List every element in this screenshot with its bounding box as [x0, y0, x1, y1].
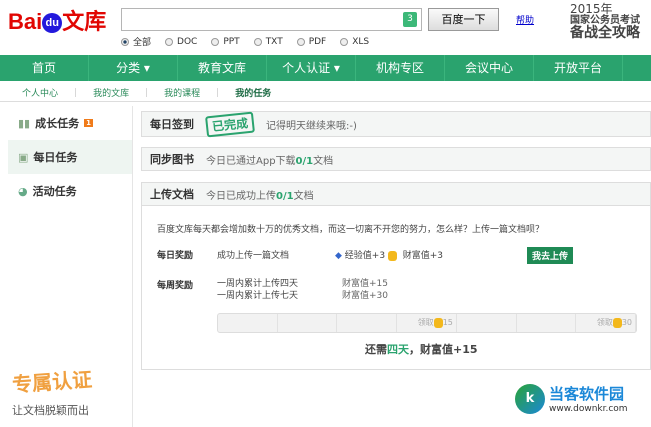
radio-label: PDF — [308, 36, 327, 47]
radio-icon — [121, 37, 129, 46]
weekly-rewards: 财富值+15 财富值+30 — [342, 279, 388, 301]
filter-radio-ppt[interactable]: PPT — [211, 35, 240, 48]
task-daily-checkin: 每日签到 已完成 记得明天继续来哦:-) — [141, 111, 651, 137]
radio-label: 全部 — [133, 38, 152, 48]
radio-label: DOC — [177, 36, 198, 47]
remaining-days-text: 还需四天，财富值+15 — [365, 343, 478, 356]
radio-icon — [296, 37, 305, 46]
diamond-icon: ◆ — [335, 251, 342, 261]
search-count-badge: 3 — [403, 12, 417, 27]
watermark-url: www.downkr.com — [549, 404, 628, 414]
logo-paw: du — [42, 13, 63, 34]
task-upload-docs: 上传文档 今日已成功上传0/1文档 — [141, 182, 651, 206]
sidebar-item-activity[interactable]: ◕ 活动任务 — [8, 174, 132, 208]
daily-reward-task: 成功上传一篇文档 — [217, 251, 290, 261]
coin-icon — [387, 250, 397, 261]
search-input[interactable]: 3 — [121, 8, 422, 31]
promo-year: 2015年 — [570, 2, 613, 16]
sub-nav: 个人中心 | 我的文库 | 我的课程 | 我的任务 — [0, 84, 651, 102]
sidebar-item-label: 每日任务 — [33, 151, 78, 164]
nav-item[interactable]: 机构专区 — [356, 55, 445, 81]
new-badge: 1 — [84, 119, 93, 127]
sidebar-item-growth[interactable]: ▮▮ 成长任务 1 — [8, 106, 132, 140]
track-cell — [517, 314, 577, 332]
nav-divider: | — [145, 87, 149, 98]
go-upload-button[interactable]: 我去上传 — [527, 247, 574, 264]
upload-intro: 百度文库每天都会增加数十万的优秀文档，而这一切离不开您的努力，怎么样？上传一篇文… — [157, 225, 545, 235]
certification-promo-title[interactable]: 专属认证 — [11, 363, 93, 398]
sidebar-item-daily[interactable]: ▣ 每日任务 — [8, 140, 132, 174]
activity-icon: ◕ — [18, 184, 28, 198]
claim-amount: 30 — [621, 318, 633, 327]
calendar-icon: ▣ — [18, 150, 29, 164]
track-cell — [278, 314, 338, 332]
claim-label[interactable]: 领取 — [418, 318, 434, 327]
daily-reward-label: 每日奖励 — [157, 251, 194, 261]
radio-label: PPT — [223, 36, 240, 47]
task-status: 今日已成功上传0/1文档 — [206, 190, 314, 202]
weekly-tasks: 一周内累计上传四天 一周内累计上传七天 — [217, 279, 299, 301]
nav-item[interactable]: 开放平台 — [534, 55, 623, 81]
file-type-filter: 全部 DOC PPT TXT PDF XLS — [121, 35, 369, 48]
task-title: 每日签到 — [150, 118, 194, 131]
main-nav: 首页 分类 ▾ 教育文库 个人认证 ▾ 机构专区 会议中心 开放平台 — [0, 55, 651, 81]
certification-promo-subtitle: 让文档脱颖而出 — [12, 404, 89, 417]
radio-icon — [340, 37, 349, 46]
coin-icon — [612, 317, 622, 328]
task-status: 记得明天继续来哦:-) — [266, 120, 357, 132]
task-sync-books: 同步图书 今日已通过App下载0/1文档 — [141, 147, 651, 171]
nav-item[interactable]: 首页 — [0, 55, 89, 81]
nav-divider: | — [216, 87, 220, 98]
task-status: 今日已通过App下载0/1文档 — [206, 155, 334, 167]
claim-label[interactable]: 领取 — [597, 318, 613, 327]
weekly-progress-track: 领取 15 领取 30 — [217, 313, 637, 333]
filter-radio-pdf[interactable]: PDF — [296, 35, 327, 48]
filter-radio-全部[interactable]: 全部 — [121, 35, 151, 48]
gift-icon: ▮▮ — [18, 116, 31, 130]
completed-stamp: 已完成 — [205, 111, 255, 137]
subnav-item[interactable]: 我的任务 — [235, 86, 271, 99]
subnav-item[interactable]: 我的文库 — [93, 86, 129, 99]
radio-label: TXT — [265, 36, 283, 47]
filter-radio-doc[interactable]: DOC — [165, 35, 197, 48]
help-link[interactable]: 帮助 — [516, 13, 534, 26]
track-cell: 领取 30 — [576, 314, 637, 332]
nav-item[interactable]: 教育文库 — [178, 55, 267, 81]
baidu-wenku-logo[interactable]: Bai du 文库 — [8, 4, 106, 36]
weekly-reward-label: 每周奖励 — [157, 281, 194, 291]
coin-icon — [433, 317, 443, 328]
radio-label: XLS — [352, 36, 370, 47]
radio-icon — [165, 37, 174, 46]
claim-amount: 15 — [442, 318, 453, 327]
task-title: 上传文档 — [150, 188, 194, 201]
watermark-logo-icon: k — [515, 383, 545, 414]
filter-radio-xls[interactable]: XLS — [340, 35, 369, 48]
nav-item[interactable]: 会议中心 — [445, 55, 534, 81]
exam-promo-banner[interactable]: 2015年 国家公务员考试 备战全攻略 — [570, 3, 640, 41]
daily-reward-values: ◆ 经验值+3 财富值+3 — [335, 250, 443, 261]
track-cell — [457, 314, 517, 332]
watermark-name: 当客软件园 — [549, 385, 625, 403]
subnav-item[interactable]: 我的课程 — [164, 86, 200, 99]
subnav-item[interactable]: 个人中心 — [22, 86, 58, 99]
logo-text: Bai — [8, 9, 43, 34]
sidebar-item-label: 活动任务 — [32, 185, 77, 198]
nav-item[interactable]: 分类 ▾ — [89, 55, 178, 81]
logo-wenku: 文库 — [62, 9, 107, 34]
track-cell — [218, 314, 278, 332]
promo-line2: 备战全攻略 — [570, 25, 640, 42]
sidebar-item-label: 成长任务 — [35, 117, 80, 130]
track-cell — [337, 314, 398, 332]
radio-icon — [211, 37, 220, 46]
search-button[interactable]: 百度一下 — [428, 8, 499, 31]
track-cell: 领取 15 — [397, 314, 457, 332]
radio-icon — [253, 37, 262, 46]
filter-radio-txt[interactable]: TXT — [253, 35, 283, 48]
task-title: 同步图书 — [150, 153, 194, 166]
watermark: k 当客软件园 www.downkr.com — [515, 383, 628, 414]
nav-item[interactable]: 个人认证 ▾ — [267, 55, 356, 81]
nav-divider: | — [74, 87, 78, 98]
